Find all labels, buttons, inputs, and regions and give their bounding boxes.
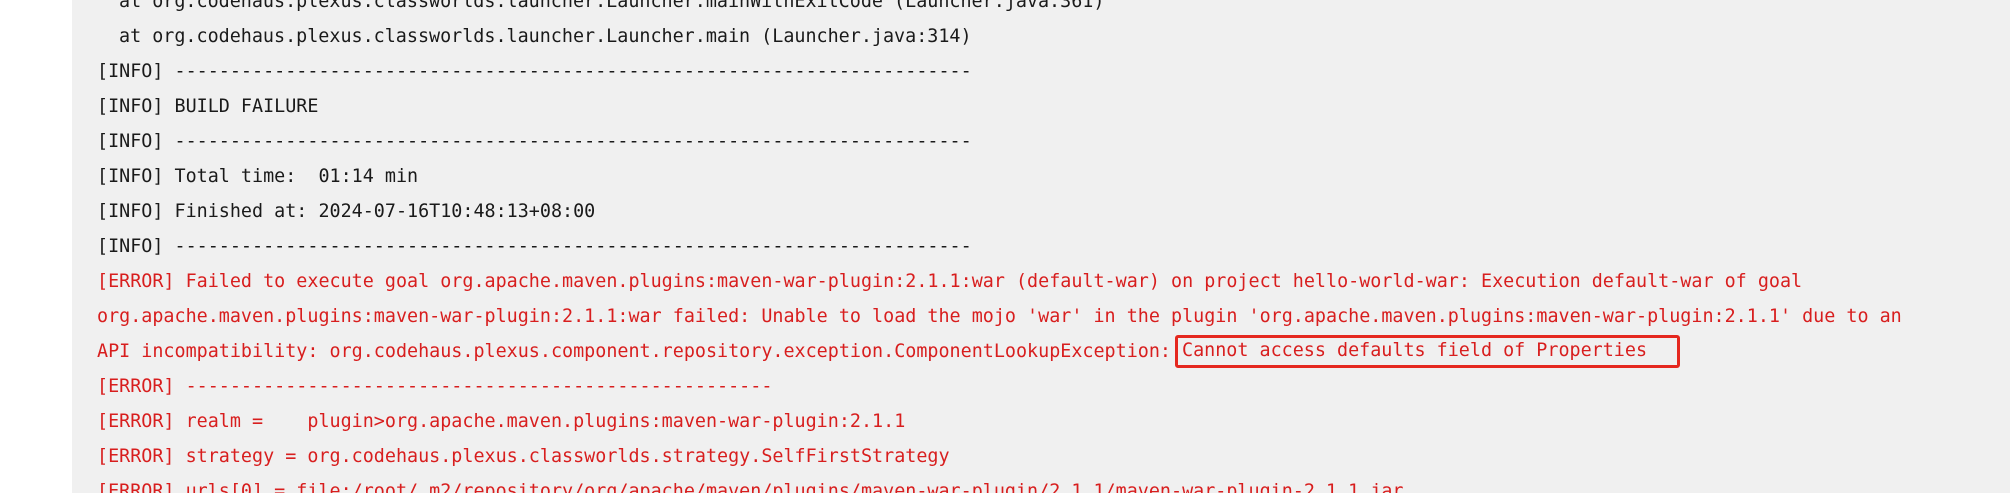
- error-realm-line: [ERROR] realm = plugin>org.apache.maven.…: [97, 411, 906, 432]
- info-separator-line: [INFO] ---------------------------------…: [97, 61, 972, 82]
- error-message-line: org.apache.maven.plugins:maven-war-plugi…: [97, 306, 1902, 327]
- highlighted-error-cause: Cannot access defaults field of Properti…: [1175, 335, 1681, 368]
- total-time-line: [INFO] Total time: 01:14 min: [97, 166, 419, 187]
- finished-at-line: [INFO] Finished at: 2024-07-16T10:48:13+…: [97, 201, 596, 222]
- error-message-text: API incompatibility: org.codehaus.plexus…: [97, 341, 1171, 362]
- stack-trace-line: at org.codehaus.plexus.classworlds.launc…: [119, 26, 972, 47]
- info-separator-line: [INFO] ---------------------------------…: [97, 236, 972, 257]
- console-lines: at org.codehaus.plexus.classworlds.launc…: [97, 0, 2010, 493]
- build-status-line: [INFO] BUILD FAILURE: [97, 96, 319, 117]
- info-separator-line: [INFO] ---------------------------------…: [97, 131, 972, 152]
- stack-trace-line: at org.codehaus.plexus.classworlds.launc…: [119, 0, 1105, 12]
- console-output: at org.codehaus.plexus.classworlds.launc…: [72, 0, 2010, 493]
- error-message-line: API incompatibility: org.codehaus.plexus…: [97, 334, 2010, 369]
- error-urls-line: [ERROR] urls[0] = file:/root/.m2/reposit…: [97, 481, 1404, 493]
- error-message-line: [ERROR] Failed to execute goal org.apach…: [97, 271, 1803, 292]
- error-strategy-line: [ERROR] strategy = org.codehaus.plexus.c…: [97, 446, 950, 467]
- error-separator-line: [ERROR] --------------------------------…: [97, 376, 773, 397]
